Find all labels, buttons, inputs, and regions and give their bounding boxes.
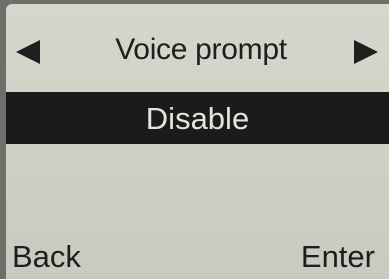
page-title: Voice prompt bbox=[115, 33, 287, 66]
selected-option-label[interactable]: Disable bbox=[6, 99, 389, 139]
arrow-right-icon[interactable] bbox=[354, 40, 378, 64]
arrow-left-icon[interactable] bbox=[16, 40, 40, 64]
enter-softkey[interactable]: Enter bbox=[301, 238, 375, 276]
back-softkey[interactable]: Back bbox=[12, 238, 81, 276]
lcd-screen: Voice prompt Disable Back Enter bbox=[6, 4, 389, 279]
